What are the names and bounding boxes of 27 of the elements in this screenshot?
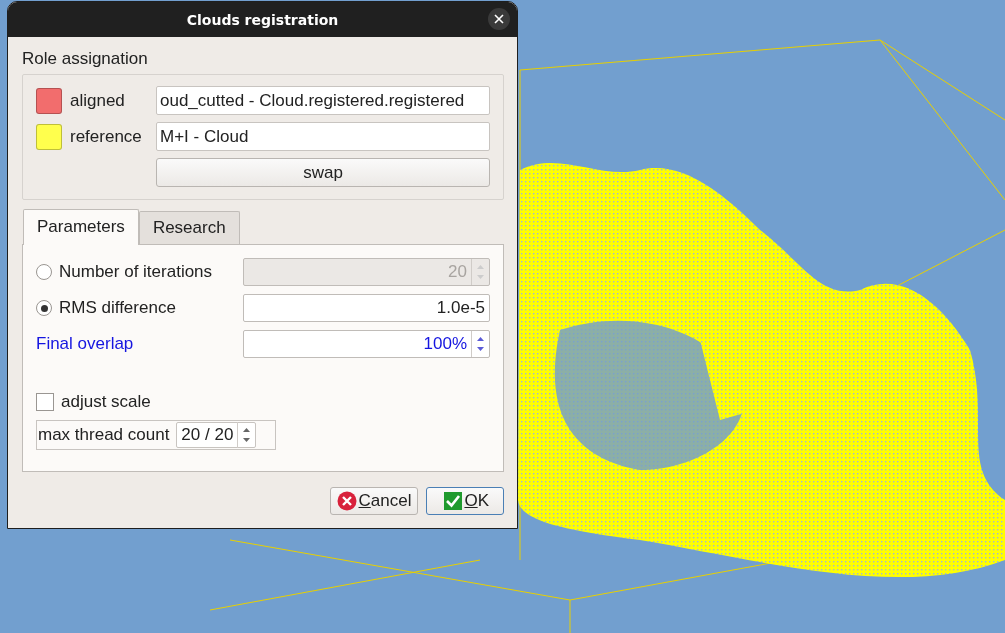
- swap-button[interactable]: swap: [156, 158, 490, 187]
- ok-button[interactable]: OK: [426, 487, 504, 515]
- tab[interactable]: Parameters: [23, 209, 139, 245]
- checkbox-label: adjust scale: [61, 392, 151, 412]
- role-label: aligned: [70, 90, 126, 111]
- close-button[interactable]: [488, 8, 510, 30]
- radio-button[interactable]: [36, 300, 52, 316]
- parameter-field[interactable]: 1.0e-5: [243, 294, 490, 322]
- thread-count-field[interactable]: 20 / 20: [176, 422, 257, 448]
- role-label: reference: [70, 126, 143, 147]
- checkbox[interactable]: [36, 393, 54, 411]
- cross-circle-icon: [336, 491, 357, 511]
- parameter-label: Final overlap: [36, 334, 134, 354]
- thread-count-label: max thread count: [38, 425, 170, 445]
- close-icon: [494, 14, 504, 24]
- cloud-name-field[interactable]: M+I - Cloud: [156, 122, 490, 151]
- color-swatch[interactable]: [36, 123, 62, 150]
- parameter-label: RMS difference: [59, 298, 176, 318]
- parameter-field[interactable]: 100%: [243, 330, 490, 358]
- window-title: Clouds registration: [186, 11, 339, 28]
- cancel-button[interactable]: Cancel: [329, 487, 419, 515]
- tab[interactable]: Research: [138, 211, 240, 244]
- cloud-name-field[interactable]: oud_cutted - Cloud.registered.registered: [156, 86, 490, 115]
- section-title: Role assignation: [22, 49, 149, 69]
- color-swatch[interactable]: [36, 87, 62, 114]
- parameter-label: Number of iterations: [59, 262, 213, 282]
- checkmark-icon: [444, 492, 463, 510]
